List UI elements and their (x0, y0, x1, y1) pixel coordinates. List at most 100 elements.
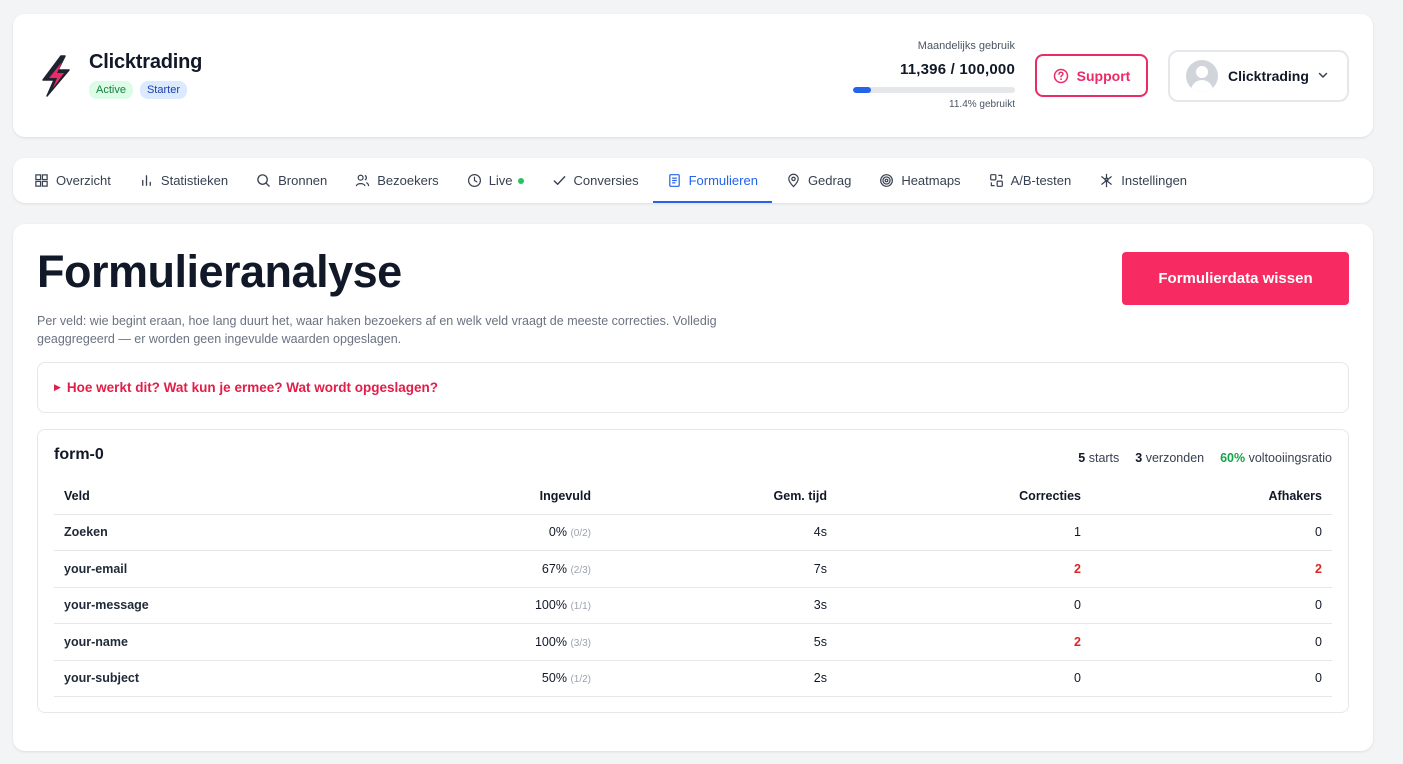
tab-bezoekers[interactable]: Bezoekers (341, 158, 452, 203)
document-icon (668, 174, 680, 187)
avatar (1186, 60, 1218, 92)
column-header-afhakers: Afhakers (1091, 478, 1332, 515)
filled-cell: 100% (1/1) (434, 587, 601, 624)
live-status-dot (517, 177, 524, 184)
form-summary-stats: 5 starts 3 verzonden 60% voltooiingsrati… (1078, 451, 1332, 465)
column-header-veld: Veld (54, 478, 434, 515)
clear-form-data-button[interactable]: Formulierdata wissen (1122, 252, 1349, 305)
avg-time-cell: 4s (601, 514, 837, 551)
field-name: your-name (54, 623, 434, 661)
tab-conversies[interactable]: Conversies (538, 158, 653, 203)
filled-cell: 0% (0/2) (434, 514, 601, 551)
lightning-logo-icon (42, 55, 70, 97)
dropoffs-cell: 0 (1091, 514, 1332, 551)
tab-ab-testen[interactable]: A/B-testen (975, 158, 1086, 203)
user-name: Clicktrading (1228, 68, 1309, 84)
tab-overzicht[interactable]: Overzicht (20, 158, 125, 203)
sent-stat: 3 verzonden (1135, 451, 1205, 465)
corrections-cell: 1 (837, 514, 1091, 551)
target-icon (880, 174, 894, 187)
column-header-ingevuld: Ingevuld (434, 478, 601, 515)
field-stats-table: Veld Ingevuld Gem. tijd Correcties Afhak… (54, 478, 1332, 697)
corrections-cell: 2 (837, 550, 1091, 588)
status-badge: Active (89, 81, 133, 99)
form-stats-card: form-0 5 starts 3 verzonden 60% voltooii… (37, 429, 1349, 713)
column-header-correcties: Correcties (837, 478, 1091, 515)
filled-cell: 50% (1/2) (434, 660, 601, 697)
usage-meter: Maandelijks gebruik 11,396 / 100,000 11.… (853, 40, 1015, 110)
usage-progress-fill (853, 87, 872, 93)
tab-label: Instellingen (1121, 173, 1188, 188)
table-row: your-name 100% (3/3) 5s 2 0 (54, 623, 1332, 661)
grid-icon (35, 174, 48, 187)
page-title: Formulieranalyse (37, 246, 402, 297)
tab-statistieken[interactable]: Statistieken (125, 158, 242, 203)
tab-gedrag[interactable]: Gedrag (772, 158, 865, 203)
corrections-cell: 2 (837, 623, 1091, 661)
usage-value: 11,396 / 100,000 (900, 61, 1015, 78)
usage-percent: 11.4% gebruikt (949, 99, 1015, 110)
plan-badge: Starter (139, 81, 187, 99)
support-label: Support (1076, 67, 1131, 84)
tab-live[interactable]: Live (453, 158, 538, 203)
usage-label: Maandelijks gebruik (917, 40, 1015, 52)
tab-bronnen[interactable]: Bronnen (242, 158, 341, 203)
field-name: your-message (54, 587, 434, 624)
tab-label: Bezoekers (377, 173, 439, 188)
avg-time-cell: 3s (601, 587, 837, 624)
tab-heatmaps[interactable]: Heatmaps (865, 158, 974, 203)
filled-cell: 67% (2/3) (434, 550, 601, 588)
table-row: Zoeken 0% (0/2) 4s 1 0 (54, 514, 1332, 551)
table-row: your-message 100% (1/1) 3s 0 0 (54, 587, 1332, 624)
dropoffs-cell: 2 (1091, 550, 1332, 588)
ab-test-icon (989, 174, 1003, 187)
user-menu-button[interactable]: Clicktrading (1168, 50, 1349, 102)
check-icon (553, 176, 565, 185)
field-name: Zoeken (54, 514, 434, 551)
tab-label: Conversies (573, 173, 639, 188)
column-header-gem-tijd: Gem. tijd (601, 478, 837, 515)
corrections-cell: 0 (837, 587, 1091, 624)
tab-label: Statistieken (160, 173, 229, 188)
starts-stat: 5 starts (1078, 451, 1120, 465)
corrections-cell: 0 (837, 660, 1091, 697)
field-name: your-subject (54, 660, 434, 697)
tab-label: Live (488, 173, 513, 188)
tab-label: Gedrag (807, 173, 852, 188)
help-details-toggle[interactable]: ▶ Hoe werkt dit? Wat kun je ermee? Wat w… (37, 362, 1349, 413)
field-name: your-email (54, 550, 434, 588)
help-summary-text: Hoe werkt dit? Wat kun je ermee? Wat wor… (66, 380, 438, 395)
main-content-card: Formulieranalyse Per veld: wie begint er… (13, 224, 1373, 751)
tab-instellingen[interactable]: Instellingen (1085, 158, 1201, 203)
chevron-down-icon (1318, 72, 1328, 78)
header-card: Clicktrading Active Starter Maandelijks … (13, 14, 1373, 137)
tab-label: Heatmaps (901, 173, 961, 188)
table-header-row: Veld Ingevuld Gem. tijd Correcties Afhak… (54, 478, 1332, 515)
search-icon (257, 174, 270, 187)
tab-label: A/B-testen (1010, 173, 1072, 188)
tab-label: Bronnen (278, 173, 328, 188)
avg-time-cell: 7s (601, 550, 837, 588)
avg-time-cell: 2s (601, 660, 837, 697)
page-description: Per veld: wie begint eraan, hoe lang duu… (37, 314, 717, 346)
table-row: your-email 67% (2/3) 7s 2 2 (54, 550, 1332, 588)
main-navigation: Overzicht Statistieken Bronnen Bezoekers… (13, 158, 1373, 203)
bar-chart-icon (142, 175, 151, 186)
tab-formulieren[interactable]: Formulieren (652, 158, 773, 203)
completion-rate-stat: 60% voltooiingsratio (1220, 451, 1332, 465)
form-name: form-0 (54, 446, 104, 463)
map-pin-icon (788, 173, 799, 188)
tab-label: Overzicht (56, 173, 111, 188)
filled-cell: 100% (3/3) (434, 623, 601, 661)
clock-icon (467, 173, 481, 188)
dropoffs-cell: 0 (1091, 623, 1332, 661)
help-circle-icon (1053, 68, 1068, 83)
dropoffs-cell: 0 (1091, 587, 1332, 624)
table-row: your-subject 50% (1/2) 2s 0 0 (54, 660, 1332, 697)
brand-name: Clicktrading (89, 51, 203, 73)
tab-label: Formulieren (688, 173, 758, 188)
usage-progress-bar (853, 87, 1015, 93)
support-button[interactable]: Support (1035, 54, 1148, 97)
settings-icon (1101, 173, 1113, 188)
dropoffs-cell: 0 (1091, 660, 1332, 697)
